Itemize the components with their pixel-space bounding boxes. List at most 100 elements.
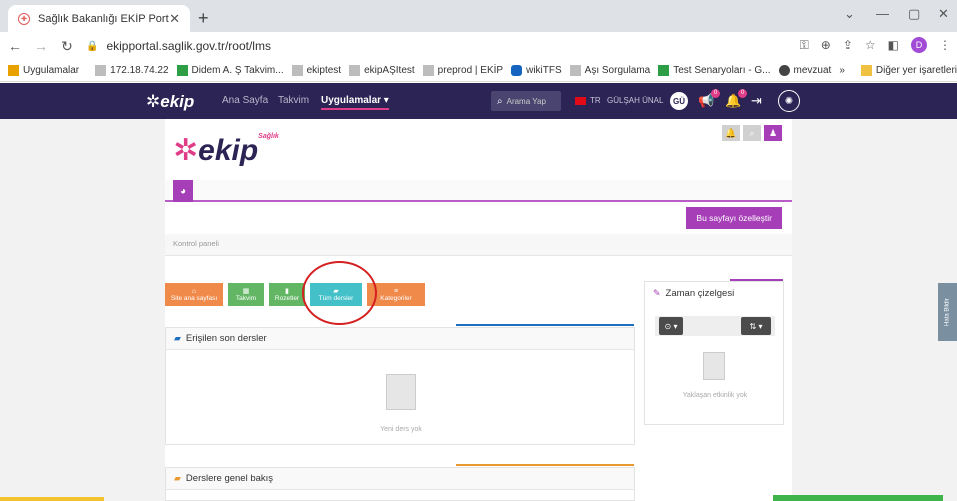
page-icon <box>95 65 107 76</box>
bookmark-icon: ▮ <box>285 287 289 295</box>
empty-events-icon <box>703 352 725 380</box>
back-icon[interactable]: ← <box>4 38 26 54</box>
bookmark-item[interactable]: ekiptest <box>291 65 341 76</box>
folder-icon <box>860 65 872 76</box>
panel-title: Erişilen son dersler <box>185 333 267 344</box>
customize-area: Bu sayfayı özelleştir <box>165 204 792 234</box>
notifications-icon[interactable]: 🔔 <box>722 125 740 141</box>
megaphone-icon[interactable]: 📢 0 <box>698 89 721 109</box>
tile-badges[interactable]: ▮ Rozetler <box>269 283 305 306</box>
ekip-logo[interactable]: ✲ekip <box>146 92 194 112</box>
page-icon <box>291 65 303 76</box>
customize-page-button[interactable]: Bu sayfayı özelleştir <box>686 207 782 229</box>
bookmarks-bar: Uygulamalar 172.18.74.22 Didem A. Ş Takv… <box>0 60 957 82</box>
url-input[interactable]: 🔒 ekipportal.saglik.gov.tr/root/lms <box>86 35 786 57</box>
bottom-right-bar <box>773 495 943 501</box>
page-header: ✲ekipSağlık 🔔 ⌕ ♟ <box>165 119 792 179</box>
pin-icon: ✎ <box>653 287 661 298</box>
profile-avatar[interactable]: D <box>911 37 927 53</box>
page-icon <box>569 65 581 76</box>
bookmark-item[interactable]: mevzuat <box>778 65 831 76</box>
reload-icon[interactable]: ↻ <box>56 38 78 55</box>
user-avatar[interactable]: GÜ <box>670 92 688 110</box>
forward-icon[interactable]: → <box>30 38 52 54</box>
ekip-big-logo: ✲ekipSağlık <box>173 133 279 167</box>
browser-tab[interactable]: ✚ Sağlık Bakanlığı EKİP Portal ✕ <box>8 5 190 32</box>
search-icon[interactable]: ⌕ <box>743 125 761 141</box>
page-icon <box>422 65 434 76</box>
address-bar: ← → ↻ 🔒 ekipportal.saglik.gov.tr/root/lm… <box>0 32 957 60</box>
tab-title: Sağlık Bakanlığı EKİP Portal <box>38 12 170 25</box>
turkish-flag-icon <box>575 96 586 105</box>
book-icon: ▰ <box>174 333 181 343</box>
nav-home[interactable]: Ana Sayfa <box>222 95 268 106</box>
book-icon: ▰ <box>174 473 181 483</box>
bookmark-item[interactable]: Test Senaryoları - G... <box>658 65 771 76</box>
nav-calendar[interactable]: Takvim <box>278 95 309 106</box>
calendar-icon: ▦ <box>242 287 250 295</box>
list-icon: ≡ <box>393 287 399 295</box>
language-selector[interactable]: TR <box>575 96 601 105</box>
page-body: ✲ekipSağlık 🔔 ⌕ ♟ ◕ Bu sayfayı özelleşti… <box>0 119 957 501</box>
empty-courses-icon <box>386 374 416 410</box>
apps-grid-icon <box>8 65 19 76</box>
bookmark-item[interactable]: ekipAŞItest <box>349 65 415 76</box>
red-highlight-circle <box>302 261 377 325</box>
bell-icon[interactable]: 🔔 0 <box>725 89 748 109</box>
bookmark-item[interactable]: 172.18.74.22 <box>95 65 169 76</box>
share-icon[interactable]: ⇪ <box>843 38 853 52</box>
site-favicon-icon: ✚ <box>18 12 30 25</box>
timeline-filter-dropdown[interactable]: ⊙ ▾ <box>659 317 683 335</box>
minimize-icon[interactable]: — <box>876 6 889 21</box>
page-icon <box>349 65 361 76</box>
nav-applications[interactable]: Uygulamalar ▾ <box>321 95 389 110</box>
tile-calendar[interactable]: ▦ Takvim <box>228 283 264 306</box>
logout-icon[interactable]: ⇥ <box>751 93 762 109</box>
bookmark-item[interactable]: Didem A. Ş Takvim... <box>176 65 284 76</box>
bottom-left-bar <box>0 497 104 501</box>
search-input[interactable]: ⌕ Arama Yap <box>491 91 561 111</box>
menu-kebab-icon[interactable]: ⋮ <box>939 38 951 52</box>
bookmark-item[interactable]: wikiTFS <box>511 65 562 76</box>
search-icon: ⌕ <box>497 95 503 107</box>
bookmark-item[interactable]: Uygulamalar <box>8 65 79 76</box>
empty-message: Yeni ders yok <box>380 426 422 433</box>
other-bookmarks[interactable]: Diğer yer işaretleri <box>860 65 957 76</box>
key-icon[interactable]: ⚿ <box>800 38 809 53</box>
devops-icon <box>511 65 523 76</box>
timeline-sort-dropdown[interactable]: ⇅ ▾ <box>741 317 771 335</box>
panel-title: Derslere genel bakış <box>185 473 274 484</box>
bookmark-item[interactable]: Aşı Sorgulama <box>569 65 650 76</box>
maximize-icon[interactable]: ▢ <box>908 6 920 22</box>
user-name[interactable]: GÜLŞAH ÜNAL <box>607 96 663 105</box>
breadcrumb-item[interactable]: Kontrol paneli <box>173 239 219 248</box>
sidepanel-icon[interactable]: ◧ <box>888 38 899 52</box>
dashboard-icon[interactable]: ◕ <box>173 180 193 202</box>
home-icon: ⌂ <box>191 287 197 295</box>
browser-tab-bar: ✚ Sağlık Bakanlığı EKİP Portal ✕ + ⌄ — ▢… <box>0 0 957 32</box>
app-navbar: ✲ekip Ana Sayfa Takvim Uygulamalar ▾ ⌕ A… <box>0 83 957 119</box>
globe-icon <box>778 65 790 76</box>
tab-search-icon[interactable]: ⌄ <box>844 6 855 22</box>
feedback-tab[interactable]: Hata Bildir <box>938 283 957 341</box>
new-tab-button[interactable]: + <box>198 8 209 29</box>
user-menu-icon[interactable]: ♟ <box>764 125 782 141</box>
zoom-icon[interactable]: ⊕ <box>821 38 831 52</box>
bookmark-item[interactable]: preprod | EKİP <box>422 65 503 76</box>
course-overview-panel: ▰ Derslere genel bakış <box>165 467 635 501</box>
dashboard-tab-strip: ◕ <box>165 180 792 202</box>
ministry-emblem-icon: ✺ <box>778 90 800 112</box>
bookmark-star-icon[interactable]: ☆ <box>865 38 876 52</box>
tile-site-home[interactable]: ⌂ Site ana sayfası <box>165 283 223 306</box>
panel-title: Zaman çizelgesi <box>665 287 735 299</box>
bookmarks-overflow[interactable]: » <box>839 65 845 76</box>
lock-icon: 🔒 <box>86 40 99 52</box>
breadcrumb: Kontrol paneli <box>165 234 792 256</box>
recent-courses-panel: ▰ Erişilen son dersler Yeni ders yok <box>165 327 635 445</box>
empty-message: Yaklaşan etkinlik yok <box>682 392 748 399</box>
quick-links: ⌂ Site ana sayfası ▦ Takvim ▮ Rozetler ▰… <box>165 283 425 306</box>
sheet-icon <box>658 65 670 76</box>
close-window-icon[interactable]: ✕ <box>938 6 949 22</box>
close-tab-icon[interactable]: ✕ <box>169 11 180 27</box>
url-text: ekipportal.saglik.gov.tr/root/lms <box>106 39 271 53</box>
